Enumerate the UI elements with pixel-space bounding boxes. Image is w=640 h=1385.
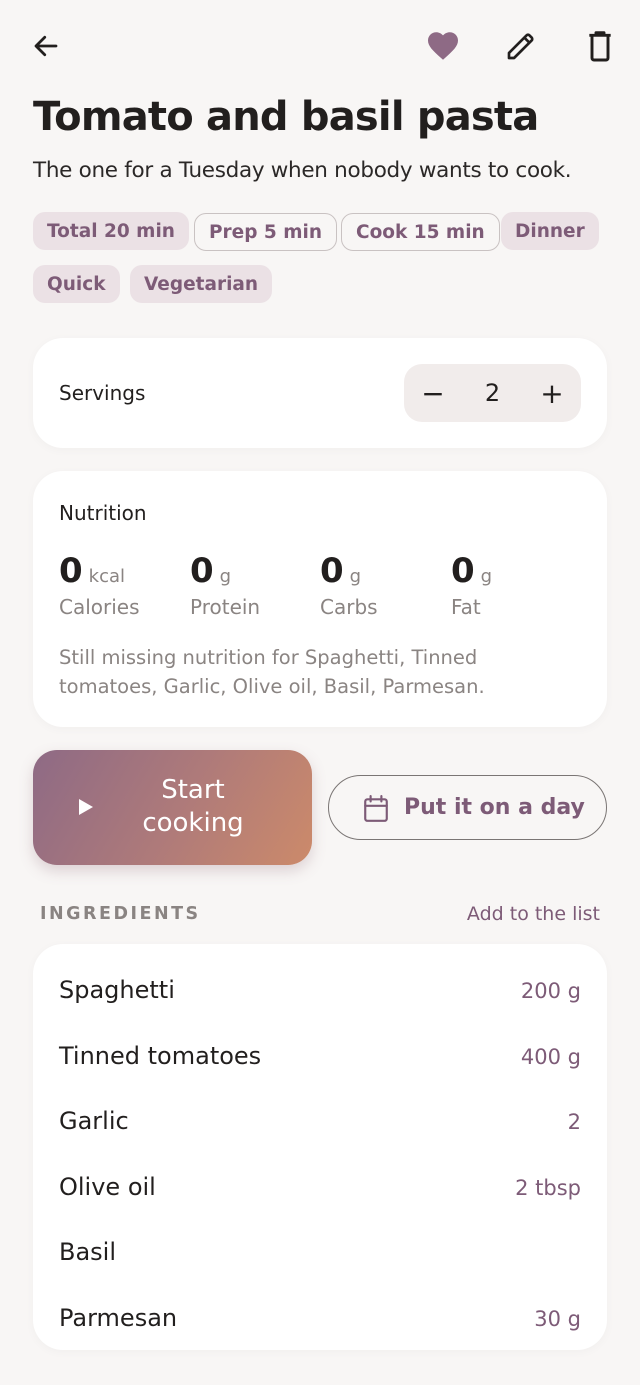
nutrition-protein: 0 g Protein xyxy=(190,551,320,619)
chip-prep-time: Prep 5 min xyxy=(194,213,338,251)
start-cooking-label: Start cooking xyxy=(142,775,244,838)
start-cooking-button[interactable]: Start cooking xyxy=(33,750,312,865)
ingredient-row[interactable]: Olive oil 2 tbsp xyxy=(33,1151,607,1211)
ingredient-quantity: 400 g xyxy=(520,1045,581,1069)
ingredient-row[interactable]: Basil xyxy=(33,1216,607,1276)
chip-dinner[interactable]: Dinner xyxy=(501,212,599,250)
nutrition-fat: 0 g Fat xyxy=(451,551,581,619)
chip-total-time: Total 20 min xyxy=(33,212,189,250)
ingredient-row[interactable]: Parmesan 30 g xyxy=(33,1282,607,1342)
ingredient-row[interactable]: Tinned tomatoes 400 g xyxy=(33,1020,607,1080)
recipe-title: Tomato and basil pasta xyxy=(33,94,539,140)
servings-card: Servings − 2 + xyxy=(33,338,607,448)
ingredient-name: Spaghetti xyxy=(59,976,175,1004)
servings-stepper: − 2 + xyxy=(404,364,581,422)
ingredient-name: Garlic xyxy=(59,1107,129,1135)
calories-label: Calories xyxy=(59,595,140,619)
ingredient-name: Olive oil xyxy=(59,1173,156,1201)
decrease-servings-button[interactable]: − xyxy=(404,364,462,422)
ingredient-quantity: 2 tbsp xyxy=(515,1176,581,1200)
chip-quick[interactable]: Quick xyxy=(33,265,120,303)
recipe-description: The one for a Tuesday when nobody wants … xyxy=(33,158,572,183)
chip-cook-time: Cook 15 min xyxy=(341,213,500,251)
trash-icon xyxy=(589,31,611,62)
nutrition-card: Nutrition 0 kcal Calories 0 g Protein 0 … xyxy=(33,471,607,727)
put-on-day-label: Put it on a day xyxy=(404,795,585,820)
ingredients-card: Spaghetti 200 g Tinned tomatoes 400 g Ga… xyxy=(33,944,607,1350)
carbs-value: 0 xyxy=(320,551,344,591)
ingredient-quantity: 2 xyxy=(567,1110,581,1134)
ingredient-name: Parmesan xyxy=(59,1304,178,1332)
top-bar xyxy=(0,22,640,70)
protein-unit: g xyxy=(219,566,232,587)
carbs-label: Carbs xyxy=(320,595,378,619)
ingredients-heading: INGREDIENTS xyxy=(40,904,201,924)
pencil-icon xyxy=(507,33,534,60)
ingredient-row[interactable]: Spaghetti 200 g xyxy=(33,954,607,1014)
servings-value: 2 xyxy=(484,379,501,407)
servings-label: Servings xyxy=(59,381,146,405)
fat-value: 0 xyxy=(451,551,475,591)
nutrition-missing-note: Still missing nutrition for Spaghetti, T… xyxy=(59,646,485,698)
favorite-button[interactable] xyxy=(419,22,467,70)
nutrition-calories: 0 kcal Calories xyxy=(59,551,189,619)
nutrition-title: Nutrition xyxy=(59,501,147,525)
heart-icon xyxy=(428,32,458,60)
calories-unit: kcal xyxy=(88,566,126,587)
ingredient-quantity: 200 g xyxy=(520,979,581,1003)
ingredient-quantity: 30 g xyxy=(534,1307,581,1331)
put-on-day-button[interactable]: Put it on a day xyxy=(328,775,607,840)
play-icon xyxy=(79,799,93,815)
add-to-list-link[interactable]: Add to the list xyxy=(467,903,600,925)
increase-servings-button[interactable]: + xyxy=(523,364,581,422)
protein-value: 0 xyxy=(190,551,214,591)
nutrition-carbs: 0 g Carbs xyxy=(320,551,450,619)
fat-label: Fat xyxy=(451,595,481,619)
fat-unit: g xyxy=(480,566,493,587)
edit-button[interactable] xyxy=(497,22,545,70)
ingredient-name: Basil xyxy=(59,1238,117,1266)
back-button[interactable] xyxy=(22,22,70,70)
calendar-icon xyxy=(364,795,388,822)
ingredient-name: Tinned tomatoes xyxy=(59,1042,262,1070)
calories-value: 0 xyxy=(59,551,83,591)
carbs-unit: g xyxy=(349,566,362,587)
chip-vegetarian[interactable]: Vegetarian xyxy=(130,265,273,303)
protein-label: Protein xyxy=(190,595,261,619)
delete-button[interactable] xyxy=(576,22,624,70)
arrow-left-icon xyxy=(34,35,58,57)
ingredient-row[interactable]: Garlic 2 xyxy=(33,1085,607,1145)
